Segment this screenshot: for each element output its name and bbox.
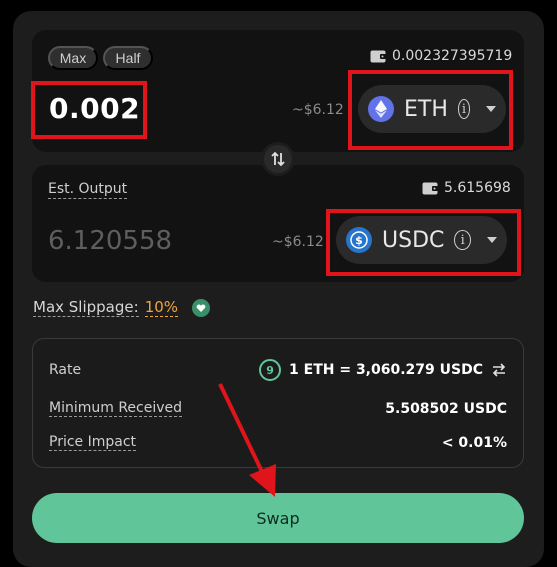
minimum-received-row: Minimum Received 5.508502 USDC — [49, 400, 507, 417]
to-usd-value: ~$6.12 — [272, 234, 324, 250]
rate-value: 1 ETH = 3,060.279 USDC — [289, 362, 483, 378]
slippage-label: Max Slippage: — [33, 298, 139, 317]
price-impact-label: Price Impact — [49, 434, 137, 451]
refresh-timer-icon[interactable]: 9 — [259, 359, 282, 381]
price-impact-row: Price Impact < 0.01% — [49, 434, 507, 451]
swap-vertical-icon — [271, 151, 285, 167]
from-balance-value: 0.002327395719 — [392, 48, 513, 64]
annotation-box-amount — [31, 81, 147, 139]
annotation-box-usdc — [326, 209, 521, 276]
minimum-received-value: 5.508502 USDC — [385, 400, 507, 417]
max-slippage[interactable]: Max Slippage: 10% — [33, 298, 211, 317]
max-button[interactable]: Max — [48, 46, 98, 70]
slippage-value[interactable]: 10% — [144, 298, 179, 317]
wallet-icon — [422, 182, 438, 195]
est-output-label: Est. Output — [48, 181, 128, 199]
half-button[interactable]: Half — [103, 46, 153, 70]
wallet-icon — [370, 50, 386, 63]
from-balance[interactable]: 0.002327395719 — [370, 48, 512, 64]
to-balance: 5.615698 — [422, 180, 511, 196]
from-usd-value: ~$6.12 — [292, 102, 344, 118]
minimum-received-label: Minimum Received — [49, 400, 183, 417]
rate-row: Rate 9 1 ETH = 3,060.279 USDC — [49, 359, 507, 381]
invert-rate-icon[interactable] — [491, 363, 507, 377]
to-amount-output: 6.120558 — [48, 226, 173, 256]
rate-label: Rate — [49, 362, 82, 378]
swap-direction-button[interactable] — [261, 142, 295, 176]
to-balance-value: 5.615698 — [444, 180, 511, 196]
swap-button[interactable]: Swap — [32, 493, 524, 543]
shield-icon — [192, 298, 211, 317]
swap-details: Rate 9 1 ETH = 3,060.279 USDC Minimum Re… — [32, 338, 524, 468]
annotation-box-eth — [348, 70, 513, 150]
price-impact-value: < 0.01% — [441, 434, 507, 451]
